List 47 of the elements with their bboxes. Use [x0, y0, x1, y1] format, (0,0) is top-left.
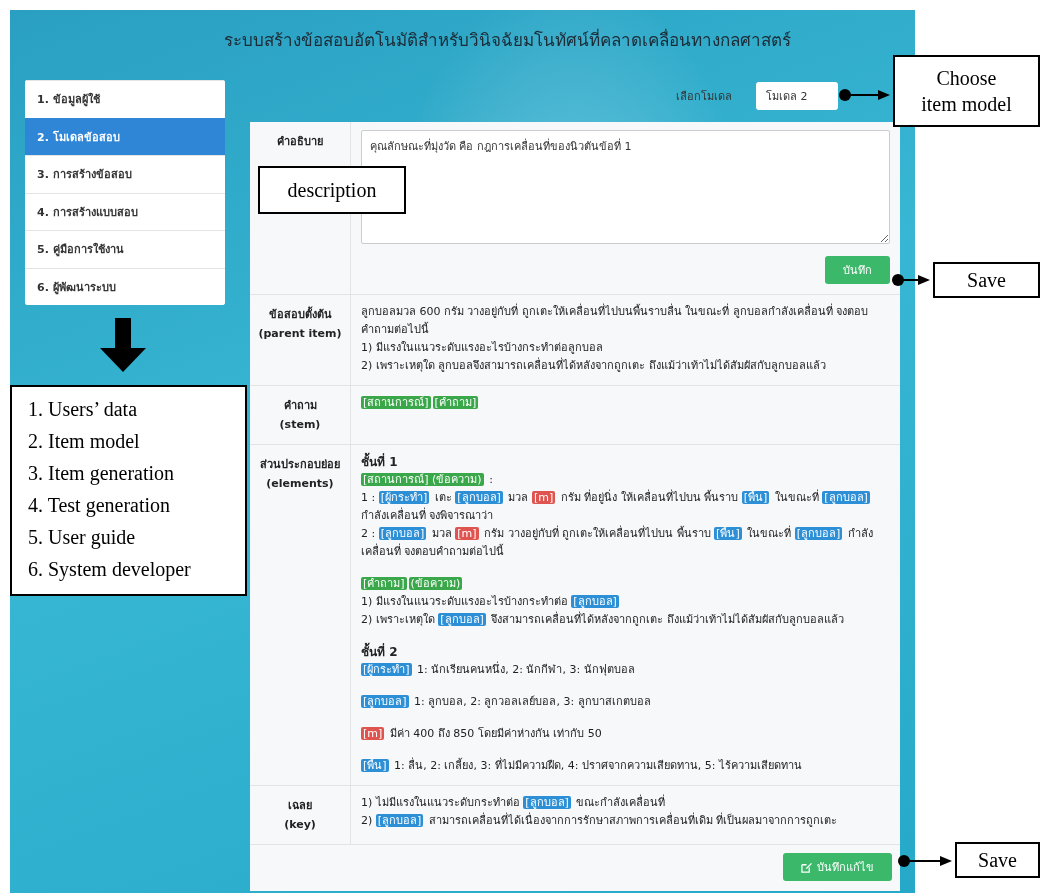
legend-item: 4. Test generation — [28, 493, 172, 519]
legend-item: 3. Item generation — [28, 461, 176, 487]
annotation-label: Save — [955, 842, 1040, 878]
field-label: เฉลย — [288, 798, 312, 814]
select-label: เลือกโมเดล — [676, 89, 732, 105]
down-arrow-icon — [100, 318, 146, 372]
field-label: คำถาม — [283, 398, 317, 414]
template-line: [ผู้กระทำ] 1: นักเรียนคนหนึ่ง, 2: นักกีฬา, 3: นักฟุตบอล — [361, 661, 636, 678]
template-line: 2) [ลูกบอล] สามารถเคลื่อนที่ได้เนื่องจากการรักษาสภาพการเคลื่อนที่เดิม ที่เป็นผลมาจากการถูกเตะ — [361, 812, 839, 829]
legend-item: 6. System developer — [28, 557, 192, 583]
template-line: [พื้น] 1: ลื่น, 2: เกลี้ยง, 3: ที่ไม่มีความฝืด, 4: ปราศจากความเสียดทาน, 5: ไร้ความเสียดทาน — [361, 757, 804, 774]
legend-item: 5. User guide — [28, 525, 137, 551]
section-heading: ชั้นที่ 2 — [361, 643, 890, 661]
page-title: ระบบสร้างข้อสอบอัตโนมัติสำหรับวินิจฉัยมโนทัศน์ที่คลาดเคลื่อนทางกลศาสตร์ — [223, 27, 792, 52]
edit-icon — [801, 861, 812, 873]
template-line: [สถานการณ์] (ข้อความ) : — [361, 472, 494, 488]
field-label: ข้อสอบตั้งต้น — [268, 305, 332, 323]
pointer-arrow — [839, 89, 890, 101]
legend-item: 1. Users’ data — [28, 397, 139, 422]
section-heading: ชั้นที่ 1 — [361, 453, 890, 471]
field-label: ส่วนประกอบย่อย — [260, 457, 340, 473]
item-text: 1) มีแรงในแนวระดับแรงอะไรบ้างกระทำต่อลูกบอล — [361, 340, 604, 356]
template-line: [ลูกบอล] 1: ลูกบอล, 2: ลูกวอลเลย์บอล, 3: ลูกบาสเกตบอล — [361, 694, 652, 710]
legend-item: 2. Item model — [28, 429, 141, 454]
field-sublabel: (stem) — [279, 417, 321, 433]
annotation-label: Save — [933, 262, 1040, 298]
item-text: ลูกบอลมวล 600 กรัม วางอยู่กับที่ ถูกเตะให้เคลื่อนที่ไปบนพื้นราบลื่น ในขณะที่ ลูกบอลกำลังเคลื่อนที่ จงตอบคำถามต่อไปนี้ — [361, 303, 870, 338]
sidebar-item[interactable]: 6. ผู้พัฒนาระบบ — [25, 267, 225, 305]
field-sublabel: (parent item) — [258, 326, 342, 342]
field-label: คำอธิบาย — [277, 134, 323, 150]
template-line: [สถานการณ์] [คำถาม] — [361, 395, 480, 411]
field-sublabel: (key) — [284, 817, 316, 833]
field-sublabel: (elements) — [266, 476, 334, 492]
annotation-label: Choose item model — [893, 55, 1040, 127]
template-line: 2) เพราะเหตุใด [ลูกบอล] จึงสามารถเคลื่อนที่ได้หลังจากถูกเตะ ถึงแม้ว่าเท้าไม่ได้สัมผัสกับลูกบอลแล้ว — [361, 611, 845, 628]
item-text: 2) เพราะเหตุใด ลูกบอลจึงสามารถเคลื่อนที่ได้หลังจากถูกเตะ ถึงแม้ว่าเท้าไม่ได้สัมผัสกับลูกบอลแล้ว — [361, 357, 827, 374]
template-line: 1 : [ผู้กระทำ] เตะ [ลูกบอล] มวล [m] กรัม ที่อยู่นิ่ง ให้เคลื่อนที่ไปบน พื้นราบ [พื้น] ในขณะที่ [ลูกบอล] กำลังเคลื่อนที่ จงพิจารณาว่า — [361, 489, 871, 524]
annotation-label: description — [258, 166, 406, 214]
pointer-arrow — [892, 274, 930, 286]
template-line: [m] มีค่า 400 ถึง 850 โดยมีค่าห่างกัน เท่ากับ 50 — [361, 726, 603, 742]
template-line: 2 : [ลูกบอล] มวล [m] กรัม วางอยู่กับที่ ถูกเตะให้เคลื่อนที่ไปบน พื้นราบ [พื้น] ในขณะที่ [ลูกบอล] กำลังเคลื่อนที่ จงตอบคำถามต่อไปนี้ — [361, 525, 874, 560]
template-line: 1) ไม่มีแรงในแนวระดับกระทำต่อ [ลูกบอล] ขณะกำลังเคลื่อนที่ — [361, 794, 667, 811]
pointer-arrow — [898, 855, 952, 867]
template-line: [คำถาม] (ข้อความ) — [361, 576, 464, 592]
template-line: 1) มีแรงในแนวระดับแรงอะไรบ้างกระทำต่อ [ลูกบอล] — [361, 594, 620, 610]
model-select[interactable]: โมเดล 2 — [756, 82, 838, 110]
sidebar-item[interactable]: 2. โมเดลข้อสอบ — [25, 117, 225, 155]
